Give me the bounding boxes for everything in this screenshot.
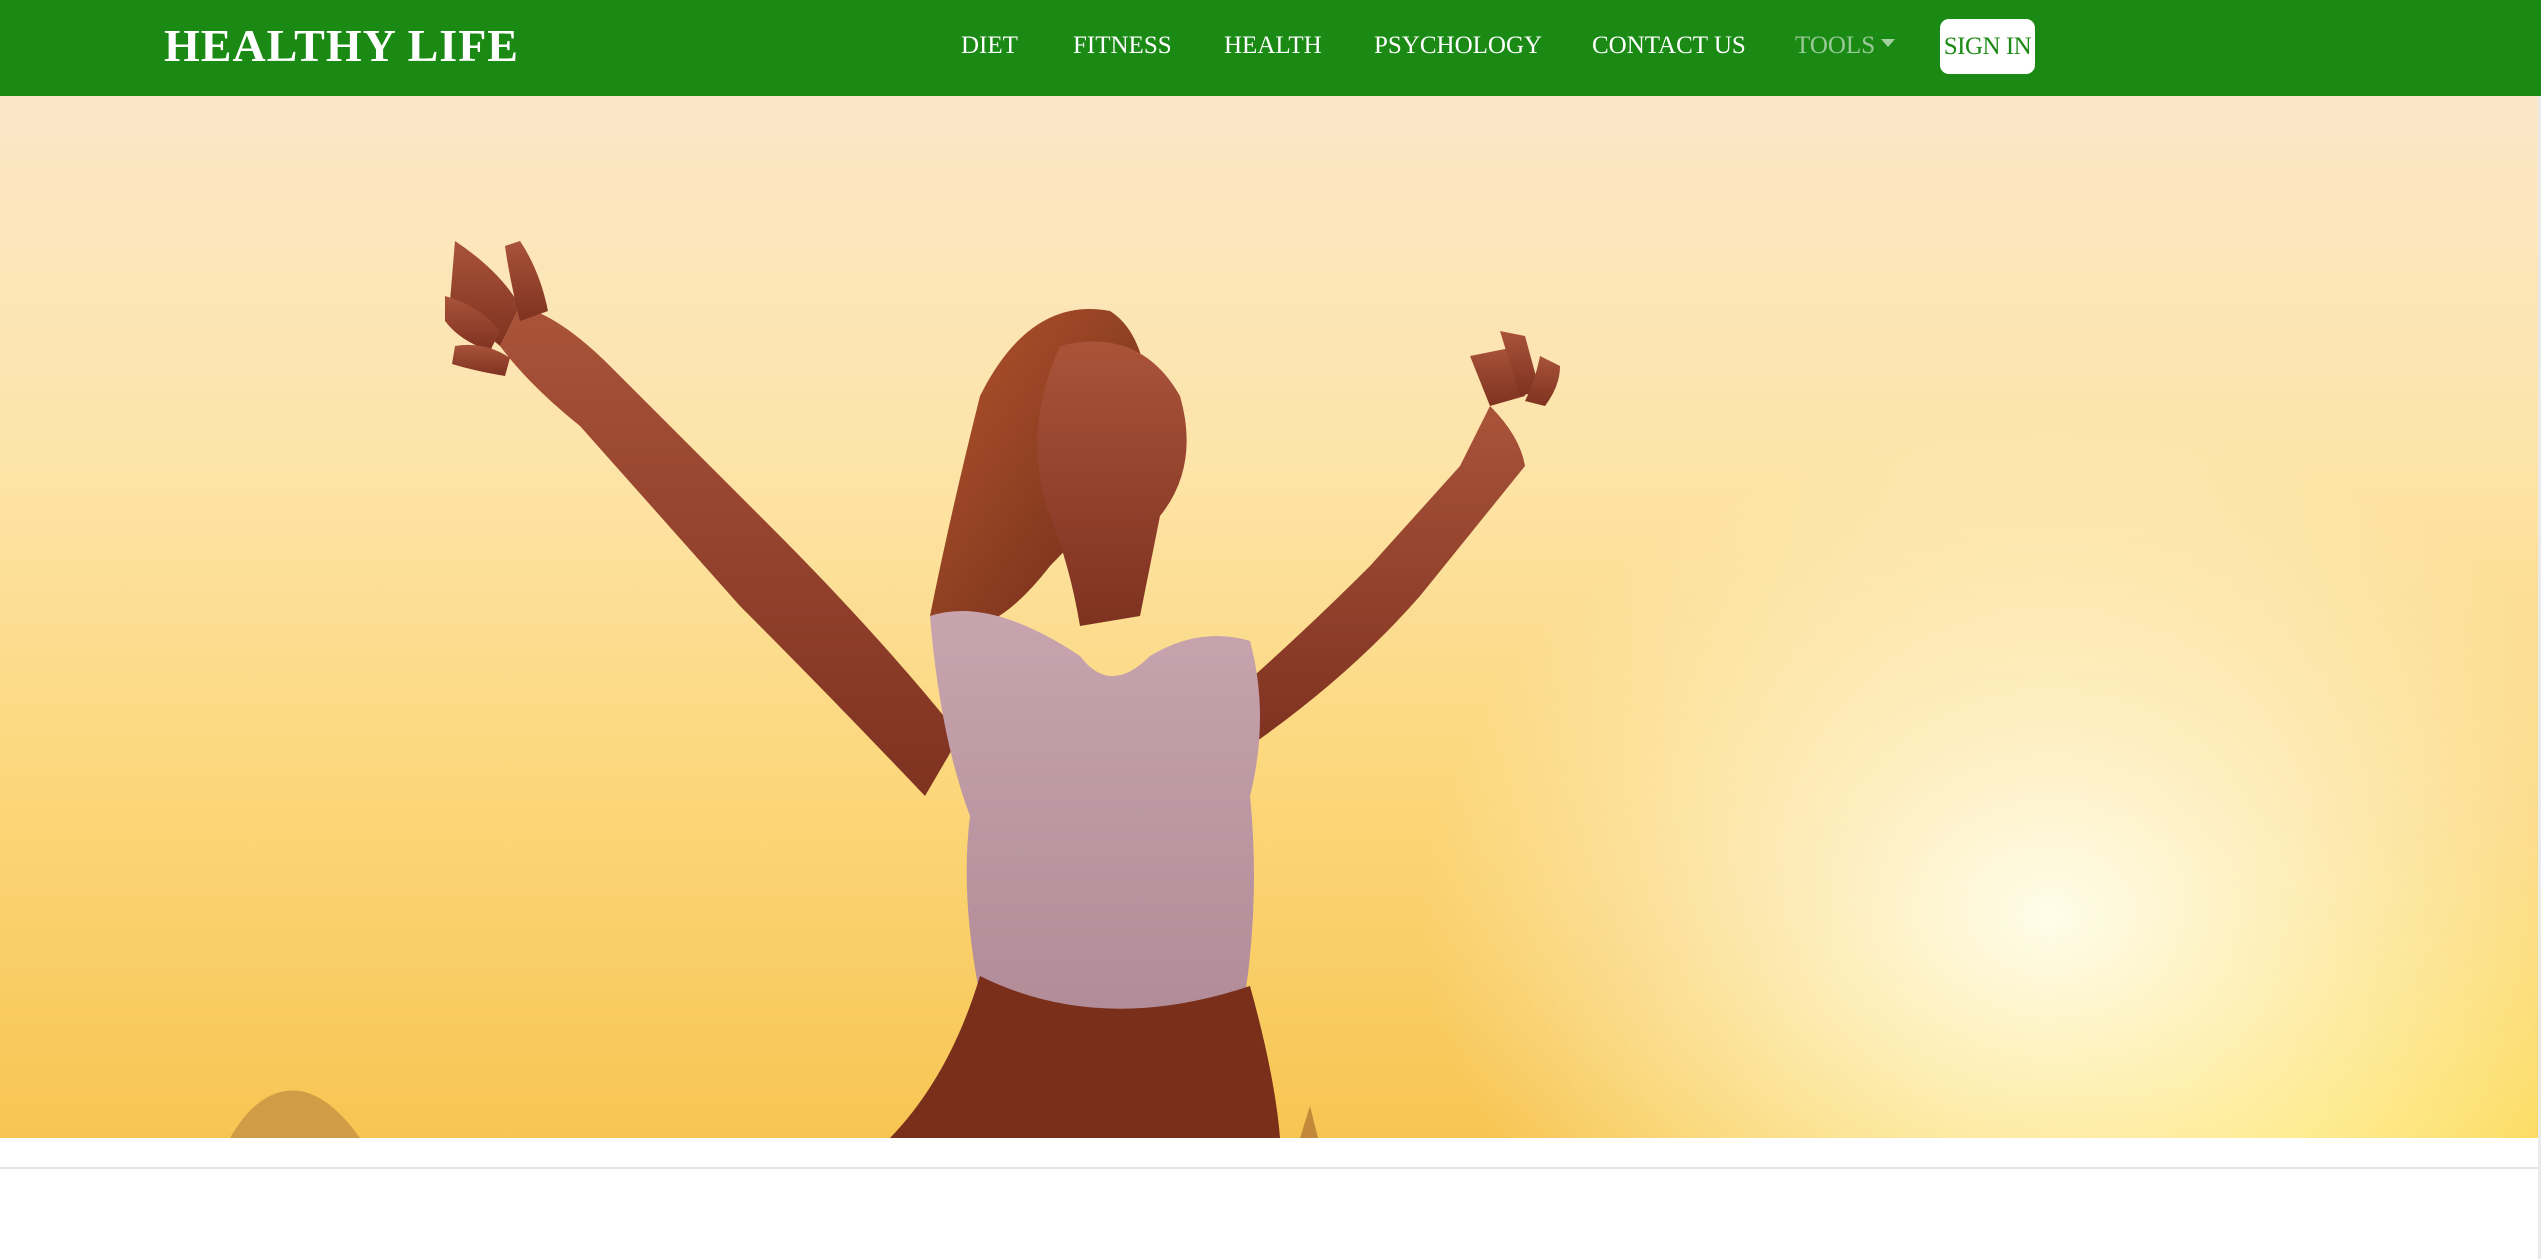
caret-down-icon xyxy=(1881,39,1896,47)
nav-health[interactable]: HEALTH xyxy=(1224,30,1322,62)
nav-psychology[interactable]: PSYCHOLOGY xyxy=(1374,30,1542,62)
nav-links: DIET FITNESS HEALTH PSYCHOLOGY CONTACT U… xyxy=(0,0,2541,96)
nav-tools-dropdown[interactable]: TOOLS xyxy=(1795,30,1896,62)
top-navbar: HEALTHY LIFE DIET FITNESS HEALTH PSYCHOL… xyxy=(0,0,2541,96)
woman-arms-raised-image xyxy=(230,241,1560,1138)
section-divider xyxy=(0,1167,2541,1169)
nav-tools-label: TOOLS xyxy=(1795,32,1876,59)
nav-fitness[interactable]: FITNESS xyxy=(1073,30,1172,62)
nav-contact-us[interactable]: CONTACT US xyxy=(1592,30,1746,62)
sign-in-button[interactable]: SIGN IN xyxy=(1940,19,2035,74)
hero-image xyxy=(0,96,2541,1138)
nav-diet[interactable]: DIET xyxy=(961,30,1018,62)
